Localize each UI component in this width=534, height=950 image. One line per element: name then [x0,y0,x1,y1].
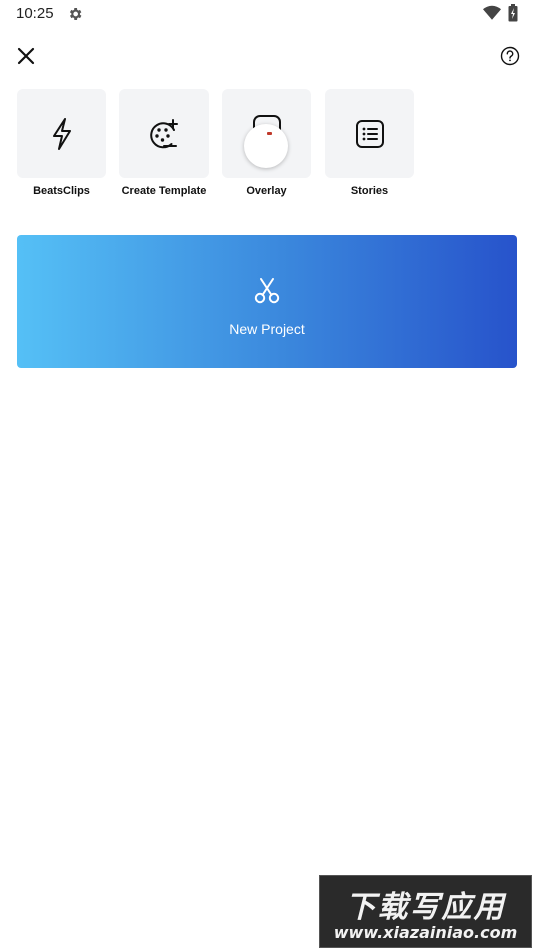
gear-icon [69,8,82,20]
tool-tile[interactable] [325,89,414,178]
status-time: 10:25 [16,5,54,22]
tool-tile[interactable] [222,89,311,178]
tool-label: Overlay [246,185,287,197]
status-bar: 10:25 [0,0,534,28]
battery-charging-icon [508,4,518,22]
tool-label: Stories [350,185,389,197]
overlay-dot [267,132,272,135]
watermark-url: www.xiazainiao.com [333,923,518,942]
lightning-icon [52,117,71,150]
tool-stories[interactable]: Stories [325,89,414,197]
watermark-text: 下载写应用 [345,890,506,925]
watermark: 下载写应用 www.xiazainiao.com [319,875,532,948]
wifi-icon [483,5,501,20]
new-project-screen: 10:25 BeatsClips Create Template Overlay… [0,0,534,950]
new-project-button[interactable]: New Project [17,235,517,368]
tool-tile[interactable] [17,89,106,178]
scissors-icon [254,278,280,304]
tool-overlay[interactable]: Overlay [222,89,311,197]
film-reel-plus-icon [150,118,178,148]
tool-label: BeatsClips [33,185,90,197]
new-project-label: New Project [229,321,305,337]
help-button[interactable] [499,45,521,67]
tool-beatsclips[interactable]: BeatsClips [17,89,106,197]
tool-create-template[interactable]: Create Template [119,89,209,197]
close-button[interactable] [14,44,38,68]
tool-tile[interactable] [119,89,209,178]
list-icon [355,119,384,148]
overlay-thumb [244,124,288,168]
tool-label: Create Template [121,185,207,197]
